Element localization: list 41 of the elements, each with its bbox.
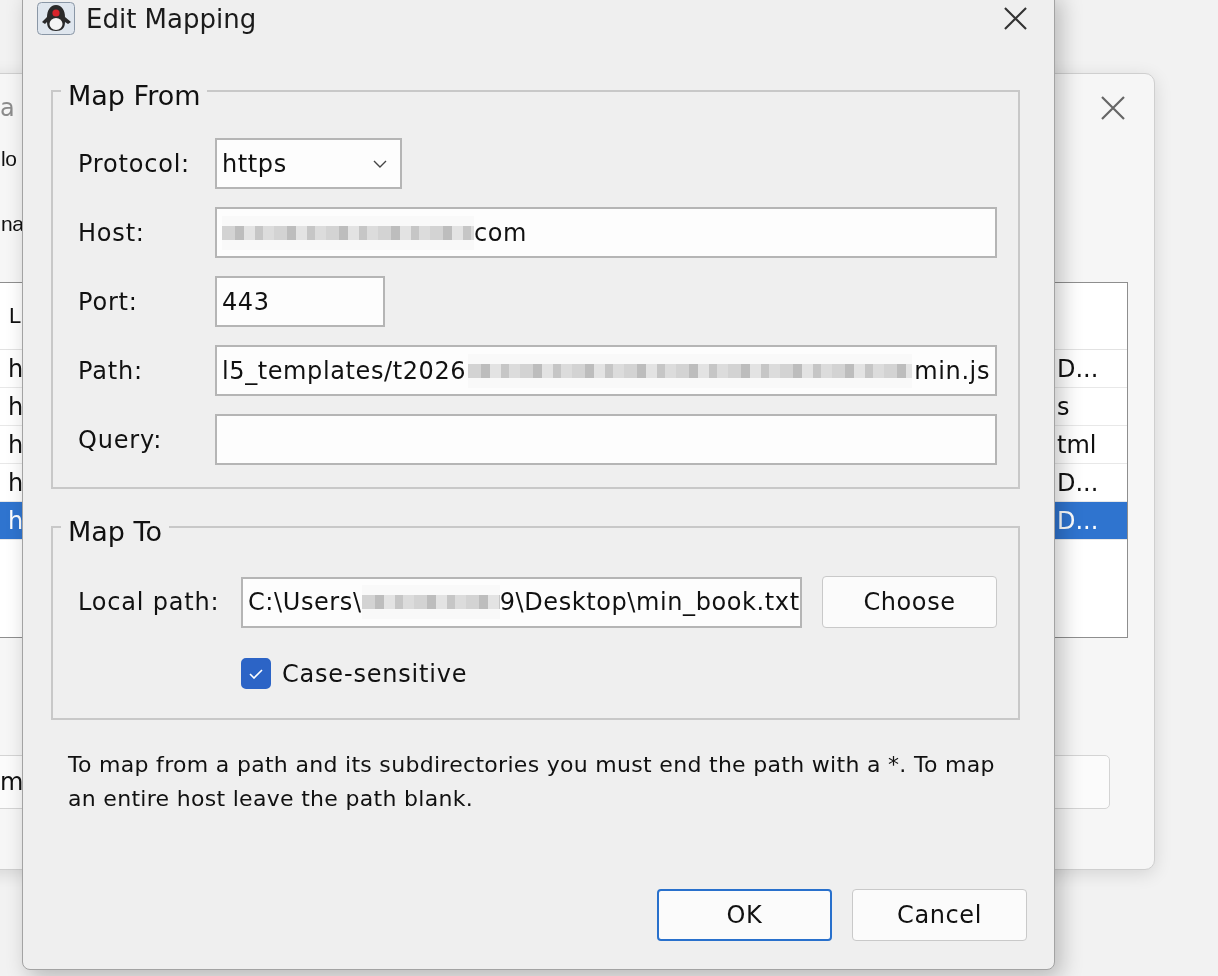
text-field[interactable]: 443 [215, 276, 385, 327]
column-header: L [9, 303, 22, 329]
group-title: Map To [67, 515, 163, 549]
field-label: Query: [78, 425, 164, 454]
field-value: m [0, 767, 24, 798]
chevron-down-icon [373, 159, 387, 168]
help-text: To map from a path and its subdirectories you must end the path with a *. To map an entire host leave the path blank. [68, 751, 996, 813]
cancel-button[interactable]: Cancel [852, 889, 1027, 941]
group-title: Map From [67, 79, 202, 113]
close-icon [1003, 7, 1027, 30]
field-label: na [1, 211, 24, 237]
table-cell-text: h [7, 430, 24, 459]
protocol-dropdown[interactable]: https [215, 138, 402, 189]
table-cell-text: h [7, 392, 24, 421]
table-cell-text: D... [1056, 468, 1099, 497]
checkmark-icon [249, 668, 263, 679]
table-cell-text: h [7, 506, 24, 535]
field-label: Local path: [78, 588, 221, 616]
text-field[interactable]: C:\Users\ 9\Desktop\min_book.txt [241, 576, 802, 628]
field-label: Host: [78, 218, 146, 247]
ok-button[interactable]: OK [657, 889, 832, 941]
checkbox[interactable] [241, 658, 271, 689]
window-title: Edit Mapping [86, 3, 257, 34]
choose-button[interactable]: Choose [822, 576, 997, 628]
field-label: Path: [78, 356, 144, 385]
table-cell-text: D... [1056, 506, 1099, 535]
text-field[interactable] [215, 414, 997, 465]
table-cell-text: D... [1056, 354, 1099, 383]
text-field[interactable]: com [215, 207, 997, 258]
close-button[interactable] [1100, 94, 1126, 121]
table-cell-text: h [7, 468, 24, 497]
window-title: a [0, 93, 15, 122]
close-icon [1101, 95, 1125, 120]
table-cell-text: s [1056, 392, 1070, 421]
field-label: Port: [78, 287, 139, 316]
text-field[interactable]: l5_templates/t2026 min.js [215, 345, 997, 396]
field-label: lo [1, 146, 17, 172]
table-cell-text: tml [1056, 430, 1097, 459]
field-label: Protocol: [78, 149, 191, 178]
checkbox-label: Case-sensitive [282, 659, 468, 688]
table-cell-text: h [7, 354, 24, 383]
